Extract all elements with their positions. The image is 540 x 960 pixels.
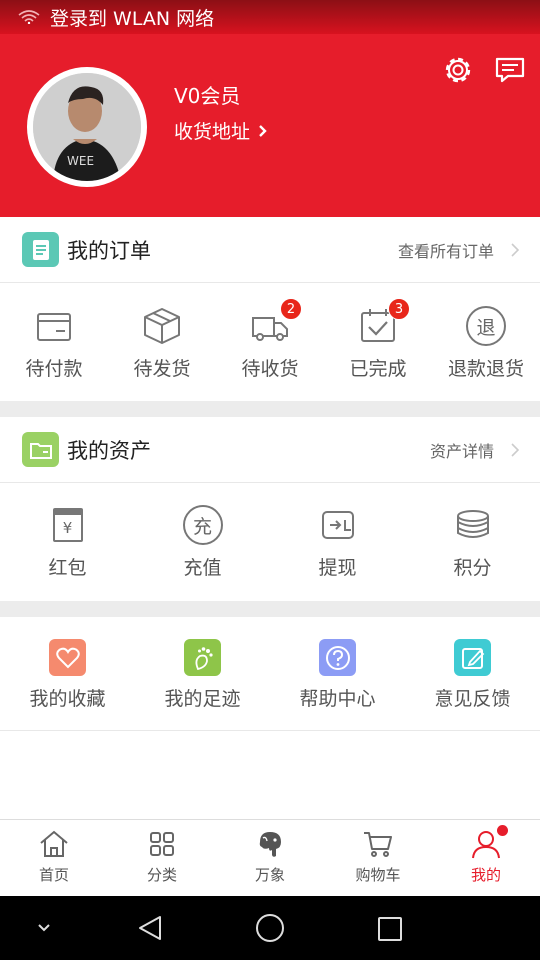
footprint-icon (184, 639, 221, 676)
orders-header[interactable]: 我的订单 查看所有订单 (0, 217, 540, 283)
heart-icon (49, 639, 86, 676)
service-help-center[interactable]: 帮助中心 (270, 639, 405, 730)
gear-icon[interactable] (442, 54, 474, 86)
order-count-badge: 2 (280, 298, 302, 320)
yen-glyph: ¥ (62, 518, 73, 537)
chevron-right-icon (511, 442, 520, 457)
order-status-row: 待付款 待发货 2 待收货 3 已完成 退 退款退货 (0, 298, 540, 401)
assets-folder-icon (22, 432, 59, 467)
refund-icon: 退 (466, 306, 506, 346)
cart-icon (364, 832, 392, 857)
orders-title: 我的订单 (67, 238, 151, 263)
message-icon[interactable] (494, 54, 526, 86)
member-level: V0会员 (174, 84, 241, 108)
assets-row: ¥ 红包 充 充值 提现 积分 (0, 505, 540, 601)
order-status-label: 已完成 (349, 358, 407, 380)
grid-icon (150, 832, 174, 856)
asset-withdraw[interactable]: 提现 (270, 505, 405, 601)
refund-glyph: 退 (476, 316, 496, 339)
orders-list-icon (22, 232, 59, 267)
coins-icon (456, 510, 489, 538)
help-icon (319, 639, 356, 676)
service-label: 意见反馈 (434, 688, 511, 710)
order-status-label: 待付款 (25, 358, 83, 380)
tab-wanxiang[interactable]: 万象 (216, 820, 324, 896)
asset-label: 提现 (318, 557, 357, 579)
address-link[interactable]: 收货地址 (174, 117, 268, 144)
tab-label: 首页 (38, 866, 69, 884)
order-refund[interactable]: 退 退款退货 (432, 306, 540, 401)
notification-dot (497, 825, 508, 836)
avatar-photo: WEE (33, 73, 141, 181)
recent-apps-icon[interactable] (377, 916, 403, 942)
tab-mine[interactable]: 我的 (432, 820, 540, 896)
section-divider (0, 401, 540, 417)
home-circle-icon[interactable] (255, 913, 285, 943)
back-icon[interactable] (136, 914, 164, 942)
chevron-right-icon (511, 242, 520, 257)
tab-label: 购物车 (355, 866, 401, 884)
svg-text:WEE: WEE (67, 154, 94, 168)
tab-label: 我的 (470, 866, 501, 884)
order-completed[interactable]: 3 已完成 (324, 298, 432, 401)
home-icon (40, 830, 68, 857)
wifi-icon (18, 10, 40, 24)
wallet-icon (37, 313, 71, 341)
asset-red-packet[interactable]: ¥ 红包 (0, 505, 135, 601)
elephant-icon (259, 832, 281, 857)
section-divider (0, 601, 540, 617)
service-label: 我的收藏 (29, 688, 106, 710)
order-status-label: 退款退货 (447, 358, 524, 380)
order-pending-shipment[interactable]: 待发货 (108, 306, 216, 401)
bottom-tab-bar: 首页 分类 万象 购物车 我的 (0, 819, 540, 896)
asset-label: 充值 (183, 557, 222, 579)
feedback-icon (454, 639, 491, 676)
order-count-badge: 3 (388, 298, 410, 320)
assets-header[interactable]: 我的资产 资产详情 (0, 417, 540, 483)
box-icon (144, 308, 180, 344)
order-pending-receipt[interactable]: 2 待收货 (216, 298, 324, 401)
tab-home[interactable]: 首页 (0, 820, 108, 896)
tab-cart[interactable]: 购物车 (324, 820, 432, 896)
asset-label: 红包 (48, 557, 87, 579)
order-status-label: 待收货 (241, 358, 299, 380)
red-packet-icon: ¥ (48, 505, 88, 545)
service-label: 我的足迹 (164, 688, 241, 710)
recharge-icon: 充 (182, 505, 223, 545)
service-footprints[interactable]: 我的足迹 (135, 639, 270, 730)
view-all-orders-link[interactable]: 查看所有订单 (398, 238, 494, 262)
status-text: 登录到 WLAN 网络 (50, 7, 215, 30)
withdraw-icon (321, 511, 354, 539)
tab-label: 万象 (254, 866, 285, 884)
tab-category[interactable]: 分类 (108, 820, 216, 896)
chevron-right-icon (259, 124, 267, 137)
assets-title: 我的资产 (67, 438, 151, 463)
recharge-glyph: 充 (192, 515, 212, 538)
profile-header: 登录到 WLAN 网络 WEE V0会员 收货地址 (0, 0, 540, 217)
tab-label: 分类 (146, 866, 177, 884)
service-label: 帮助中心 (299, 688, 376, 710)
asset-recharge[interactable]: 充 充值 (135, 505, 270, 601)
avatar[interactable]: WEE (27, 67, 147, 187)
chevron-down-icon[interactable] (36, 922, 52, 934)
service-feedback[interactable]: 意见反馈 (405, 639, 540, 730)
order-pending-payment[interactable]: 待付款 (0, 306, 108, 401)
service-favorites[interactable]: 我的收藏 (0, 639, 135, 730)
asset-points[interactable]: 积分 (405, 505, 540, 601)
system-nav-bar (0, 896, 540, 960)
asset-details-link[interactable]: 资产详情 (430, 438, 494, 462)
order-status-label: 待发货 (133, 358, 191, 380)
address-label: 收货地址 (174, 121, 251, 143)
services-row: 我的收藏 我的足迹 帮助中心 意见反馈 (0, 617, 540, 731)
asset-label: 积分 (453, 557, 492, 579)
status-bar: 登录到 WLAN 网络 (0, 0, 540, 34)
